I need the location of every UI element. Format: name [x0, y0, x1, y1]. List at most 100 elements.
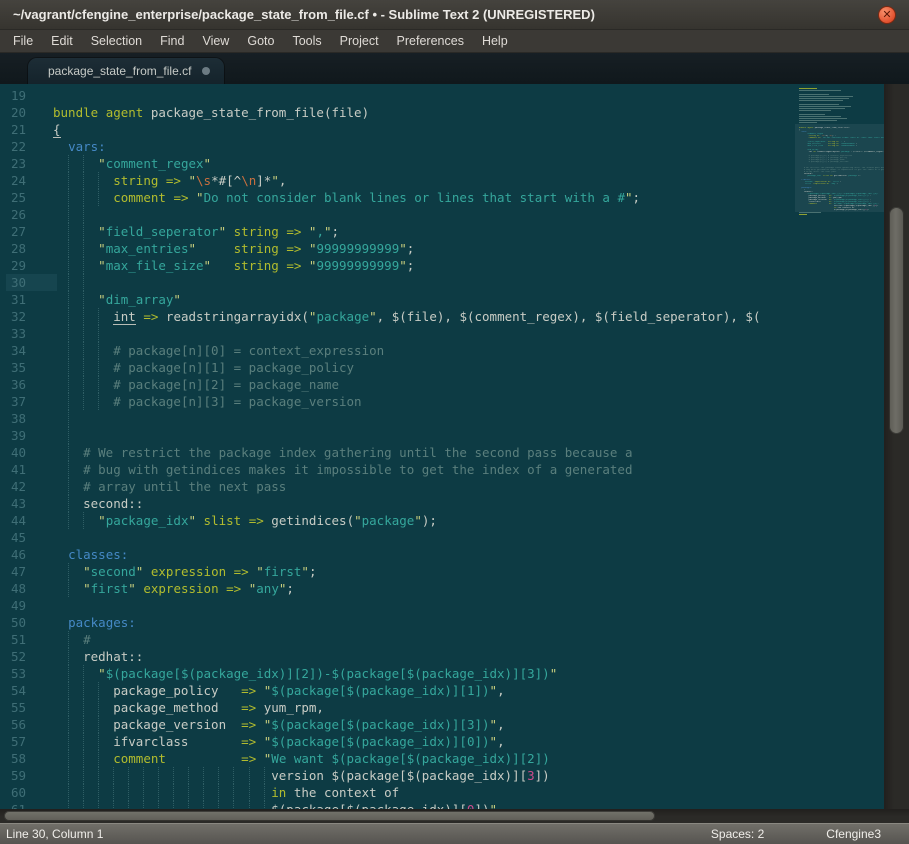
code-editor[interactable]: 1920bundle agent package_state_from_file…	[0, 84, 795, 809]
close-icon[interactable]: ✕	[878, 6, 896, 24]
code-line-34[interactable]: 34 # package[n][0] = context_expression	[0, 342, 795, 359]
code-line-19[interactable]: 19	[0, 87, 795, 104]
code-line-50[interactable]: 50 packages:	[0, 614, 795, 631]
line-number: 56	[0, 716, 44, 733]
line-number: 42	[0, 478, 44, 495]
vertical-scrollbar-thumb[interactable]	[889, 207, 904, 434]
tab-package-state-from-file[interactable]: package_state_from_file.cf	[28, 58, 224, 84]
line-number: 33	[0, 325, 44, 342]
menu-item-goto[interactable]: Goto	[238, 30, 283, 52]
line-number: 46	[0, 546, 44, 563]
code-line-59[interactable]: 59 version $(package[$(package_idx)][3])	[0, 767, 795, 784]
line-number: 23	[0, 155, 44, 172]
line-number: 52	[0, 648, 44, 665]
line-number: 35	[0, 359, 44, 376]
code-line-42[interactable]: 42 # array until the next pass	[0, 478, 795, 495]
vertical-scrollbar[interactable]	[884, 84, 909, 823]
code-line-58[interactable]: 58 comment => "We want $(package[$(packa…	[0, 750, 795, 767]
menu-item-help[interactable]: Help	[473, 30, 517, 52]
line-number: 39	[0, 427, 44, 444]
editor-main: 1920bundle agent package_state_from_file…	[0, 84, 909, 823]
line-number: 60	[0, 784, 44, 801]
line-number: 50	[0, 614, 44, 631]
code-line-40[interactable]: 40 # We restrict the package index gathe…	[0, 444, 795, 461]
code-line-32[interactable]: 32 int => readstringarrayidx("package", …	[0, 308, 795, 325]
code-line-55[interactable]: 55 package_method => yum_rpm,	[0, 699, 795, 716]
code-text: "package_idx" slist => getindices("packa…	[44, 512, 795, 529]
code-text	[44, 597, 795, 614]
code-line-46[interactable]: 46 classes:	[0, 546, 795, 563]
code-text: # package[n][0] = context_expression	[44, 342, 795, 359]
menu-item-view[interactable]: View	[193, 30, 238, 52]
code-line-26[interactable]: 26	[0, 206, 795, 223]
code-line-20[interactable]: 20bundle agent package_state_from_file(f…	[0, 104, 795, 121]
code-line-39[interactable]: 39	[0, 427, 795, 444]
code-text: bundle agent package_state_from_file(fil…	[44, 104, 795, 121]
code-line-28[interactable]: 28 "max_entries" string => "99999999999"…	[0, 240, 795, 257]
code-line-61[interactable]: 61 $(package[$(package_idx)][0])"	[0, 801, 795, 809]
code-text: ifvarclass => "$(package[$(package_idx)]…	[44, 733, 795, 750]
menu-item-tools[interactable]: Tools	[283, 30, 330, 52]
indent-setting[interactable]: Spaces: 2	[711, 827, 764, 841]
code-text: in the context of	[44, 784, 795, 801]
code-line-54[interactable]: 54 package_policy => "$(package[$(packag…	[0, 682, 795, 699]
code-line-24[interactable]: 24 string => "\s*#[^\n]*",	[0, 172, 795, 189]
line-number: 19	[0, 87, 44, 104]
code-line-47[interactable]: 47 "second" expression => "first";	[0, 563, 795, 580]
code-text: second::	[44, 495, 795, 512]
code-line-37[interactable]: 37 # package[n][3] = package_version	[0, 393, 795, 410]
code-line-48[interactable]: 48 "first" expression => "any";	[0, 580, 795, 597]
menu-item-file[interactable]: File	[4, 30, 42, 52]
minimap-viewport[interactable]: bundle agent package_state_from_file(fil…	[795, 124, 884, 212]
code-text: "first" expression => "any";	[44, 580, 795, 597]
code-line-52[interactable]: 52 redhat::	[0, 648, 795, 665]
code-line-31[interactable]: 31 "dim_array"	[0, 291, 795, 308]
code-text: package_version => "$(package[$(package_…	[44, 716, 795, 733]
menu-item-project[interactable]: Project	[331, 30, 388, 52]
code-text	[44, 206, 795, 223]
menu-item-find[interactable]: Find	[151, 30, 193, 52]
syntax-mode[interactable]: Cfengine3	[826, 827, 881, 841]
modified-dot-icon	[202, 67, 210, 75]
code-line-44[interactable]: 44 "package_idx" slist => getindices("pa…	[0, 512, 795, 529]
minimap[interactable]: bundle agent package_state_from_file(fil…	[795, 84, 884, 809]
code-text: # bug with getindices makes it impossibl…	[44, 461, 795, 478]
code-line-43[interactable]: 43 second::	[0, 495, 795, 512]
code-line-38[interactable]: 38	[0, 410, 795, 427]
line-number: 22	[0, 138, 44, 155]
code-line-23[interactable]: 23 "comment_regex"	[0, 155, 795, 172]
code-text: # package[n][2] = package_name	[44, 376, 795, 393]
code-text	[44, 529, 795, 546]
menu-item-edit[interactable]: Edit	[42, 30, 82, 52]
code-line-22[interactable]: 22 vars:	[0, 138, 795, 155]
code-line-27[interactable]: 27 "field_seperator" string => ",";	[0, 223, 795, 240]
horizontal-scrollbar[interactable]	[0, 809, 909, 823]
title-bar[interactable]: ~/vagrant/cfengine_enterprise/package_st…	[0, 0, 909, 30]
code-line-49[interactable]: 49	[0, 597, 795, 614]
code-text: #	[44, 631, 795, 648]
code-line-33[interactable]: 33	[0, 325, 795, 342]
code-line-35[interactable]: 35 # package[n][1] = package_policy	[0, 359, 795, 376]
code-line-51[interactable]: 51 #	[0, 631, 795, 648]
menu-item-selection[interactable]: Selection	[82, 30, 151, 52]
code-line-60[interactable]: 60 in the context of	[0, 784, 795, 801]
code-line-29[interactable]: 29 "max_file_size" string => "9999999999…	[0, 257, 795, 274]
menu-item-preferences[interactable]: Preferences	[388, 30, 473, 52]
code-line-57[interactable]: 57 ifvarclass => "$(package[$(package_id…	[0, 733, 795, 750]
code-line-30[interactable]: 30	[0, 274, 795, 291]
code-line-45[interactable]: 45	[0, 529, 795, 546]
code-text	[44, 410, 795, 427]
code-line-56[interactable]: 56 package_version => "$(package[$(packa…	[0, 716, 795, 733]
code-line-41[interactable]: 41 # bug with getindices makes it imposs…	[0, 461, 795, 478]
line-number: 29	[0, 257, 44, 274]
code-line-53[interactable]: 53 "$(package[$(package_idx)][2])-$(pack…	[0, 665, 795, 682]
line-number: 36	[0, 376, 44, 393]
code-text: "max_entries" string => "99999999999";	[44, 240, 795, 257]
code-line-21[interactable]: 21{	[0, 121, 795, 138]
line-number: 21	[0, 121, 44, 138]
code-line-36[interactable]: 36 # package[n][2] = package_name	[0, 376, 795, 393]
horizontal-scrollbar-thumb[interactable]	[4, 811, 655, 821]
line-number: 40	[0, 444, 44, 461]
code-text: "max_file_size" string => "99999999999";	[44, 257, 795, 274]
code-line-25[interactable]: 25 comment => "Do not consider blank lin…	[0, 189, 795, 206]
